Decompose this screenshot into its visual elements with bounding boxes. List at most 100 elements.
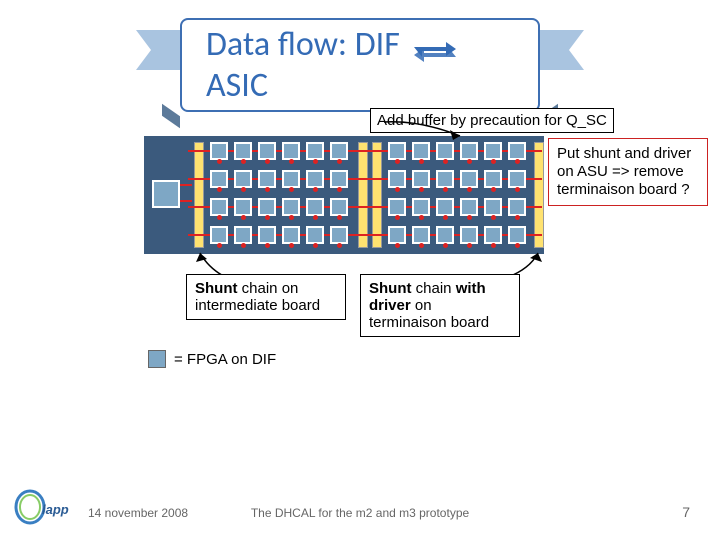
asic-chip <box>306 142 324 160</box>
red-dot <box>289 159 294 164</box>
red-stub <box>180 200 192 202</box>
asic-chip <box>234 198 252 216</box>
asic-chip <box>388 226 406 244</box>
red-dot <box>443 187 448 192</box>
asic-chip <box>234 170 252 188</box>
asic-chip <box>484 198 502 216</box>
fpga-legend: = FPGA on DIF <box>148 350 276 368</box>
asic-chip <box>484 226 502 244</box>
asic-chip <box>436 198 454 216</box>
red-dot <box>395 159 400 164</box>
asic-chip <box>508 198 526 216</box>
asic-chip <box>210 226 228 244</box>
red-dot <box>337 215 342 220</box>
asic-chip <box>330 226 348 244</box>
asic-chip <box>436 170 454 188</box>
asic-chip <box>412 226 430 244</box>
asic-chip <box>508 142 526 160</box>
asic-chip <box>330 142 348 160</box>
red-dot <box>265 243 270 248</box>
red-dot <box>419 187 424 192</box>
red-dot <box>467 159 472 164</box>
red-dot <box>241 159 246 164</box>
asic-chip <box>306 226 324 244</box>
red-dot <box>515 215 520 220</box>
fpga-legend-text: = FPGA on DIF <box>174 351 276 368</box>
footer-center: The DHCAL for the m2 and m3 prototype <box>251 506 469 520</box>
red-dot <box>265 215 270 220</box>
asic-chip <box>388 170 406 188</box>
title-banner: Data flow: DIF ASIC <box>180 18 540 112</box>
fpga-legend-icon <box>148 350 166 368</box>
red-dot <box>265 187 270 192</box>
red-dot <box>443 215 448 220</box>
title-suffix: ASIC <box>206 65 268 106</box>
red-dot <box>491 215 496 220</box>
asic-chip <box>460 170 478 188</box>
asic-chip <box>436 142 454 160</box>
red-dot <box>289 187 294 192</box>
asic-chip <box>330 170 348 188</box>
red-dot <box>217 243 222 248</box>
asic-chip <box>436 226 454 244</box>
asic-chip <box>282 142 300 160</box>
red-dot <box>419 243 424 248</box>
asic-chip <box>210 142 228 160</box>
asic-chip <box>282 226 300 244</box>
asic-chip <box>388 142 406 160</box>
red-dot <box>337 243 342 248</box>
banner-ribbon-left <box>136 30 186 70</box>
banner-ribbon-right <box>534 30 584 70</box>
red-dot <box>443 159 448 164</box>
red-dot <box>217 187 222 192</box>
asic-chip <box>412 142 430 160</box>
red-dot <box>313 187 318 192</box>
red-dot <box>337 187 342 192</box>
red-dot <box>515 243 520 248</box>
red-dot <box>395 187 400 192</box>
asic-chip <box>282 198 300 216</box>
red-dot <box>467 187 472 192</box>
asic-chip <box>210 198 228 216</box>
red-dot <box>443 243 448 248</box>
red-dot <box>241 243 246 248</box>
red-dot <box>313 159 318 164</box>
red-dot <box>289 243 294 248</box>
asic-chip <box>210 170 228 188</box>
red-dot <box>515 159 520 164</box>
red-dot <box>265 159 270 164</box>
shunt-terminaison-label: Shunt chain with driver on terminaison b… <box>360 274 520 337</box>
red-dot <box>313 243 318 248</box>
title-box: Data flow: DIF ASIC <box>180 18 540 112</box>
asic-chip <box>330 198 348 216</box>
red-stub <box>180 184 192 186</box>
asic-chip <box>484 170 502 188</box>
asic-chip <box>412 198 430 216</box>
asic-chip <box>460 142 478 160</box>
asic-chip <box>258 226 276 244</box>
svg-text:lapp: lapp <box>42 502 69 517</box>
bidirectional-arrow-icon <box>412 34 458 60</box>
footer-page-number: 7 <box>682 504 690 520</box>
asic-chip <box>258 170 276 188</box>
red-dot <box>217 159 222 164</box>
shunt-intermediate-label: Shunt chain on intermediate board <box>186 274 346 320</box>
asic-chip <box>282 170 300 188</box>
chip-grid <box>144 136 544 254</box>
red-dot <box>217 215 222 220</box>
red-dot <box>395 215 400 220</box>
red-dot <box>313 215 318 220</box>
footer-date: 14 november 2008 <box>88 506 188 520</box>
asic-chip <box>508 226 526 244</box>
banner-fold-left <box>162 104 180 129</box>
asic-chip <box>306 170 324 188</box>
red-dot <box>395 243 400 248</box>
asic-chip <box>258 198 276 216</box>
red-dot <box>289 215 294 220</box>
asic-chip <box>484 142 502 160</box>
asic-chip <box>412 170 430 188</box>
red-dot <box>419 159 424 164</box>
asic-chip <box>460 226 478 244</box>
red-dot <box>491 159 496 164</box>
asic-chip <box>306 198 324 216</box>
